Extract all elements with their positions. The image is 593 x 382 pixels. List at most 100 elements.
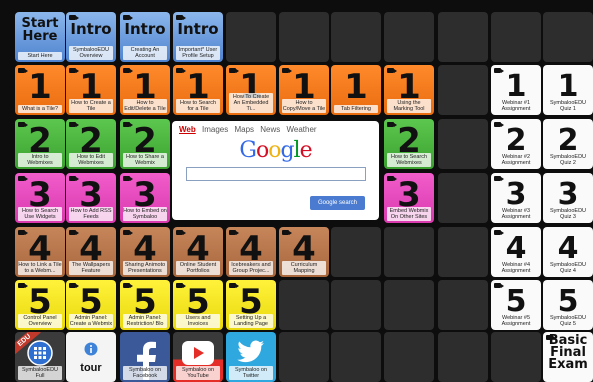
tile-y3[interactable]: 5 Admin Panel: Restriction/ Blo — [120, 280, 170, 330]
tile-edu[interactable]: EDU SymbalooEDU Full — [15, 332, 65, 382]
tile-start[interactable]: Start Here Start Here — [15, 12, 65, 62]
tab-news[interactable]: News — [260, 125, 280, 134]
tile-p3[interactable]: 3 How to Embed on Symbaloo — [120, 173, 170, 223]
tile-g2[interactable]: 2 How to Edit Webmixes — [66, 119, 116, 169]
tile-heading: Intro — [124, 20, 166, 38]
tile-b3[interactable]: 4 Sharing Animoto Presentations — [120, 227, 170, 277]
empty-slot[interactable] — [384, 12, 434, 62]
tile-label: Creating An Account — [123, 46, 167, 60]
tile-o1[interactable]: 1 What is a Tile? — [15, 65, 65, 115]
tile-label: How to Embed on Symbaloo — [123, 207, 167, 221]
tile-o5[interactable]: 1 How To Create An Embedded Ti... — [226, 65, 276, 115]
tile-y1[interactable]: 5 Control Panel Overview — [15, 280, 65, 330]
empty-slot[interactable] — [384, 332, 434, 382]
tile-tw[interactable]: Symbaloo on Twitter — [226, 332, 276, 382]
tile-label: SymbalooEDU Overview — [69, 46, 113, 60]
tile-label: Setting Up a Landing Page — [229, 314, 273, 328]
tile-label: How To Create An Embedded Ti... — [229, 93, 273, 113]
empty-slot[interactable] — [331, 280, 381, 330]
tile-g1[interactable]: 2 Intro to Webmixes — [15, 119, 65, 169]
empty-slot[interactable] — [279, 280, 329, 330]
tile-w6[interactable]: 3 SymbalooEDU Quiz 3 — [543, 173, 593, 223]
tab-weather[interactable]: Weather — [287, 125, 317, 134]
tile-o7[interactable]: 1 Tab Filtering — [331, 65, 381, 115]
tile-label: Online Student Portfolios — [176, 261, 220, 275]
empty-slot[interactable] — [331, 332, 381, 382]
tile-label: SymbalooEDU Quiz 1 — [549, 100, 587, 112]
tile-y2[interactable]: 5 Admin Panel: Create a Webmix — [66, 280, 116, 330]
empty-slot[interactable] — [438, 12, 488, 62]
tile-p1[interactable]: 3 How to Search Use Widgets — [15, 173, 65, 223]
tile-label: Users and Invoices — [176, 314, 220, 328]
tile-b2[interactable]: 4 The Wallpapers Feature — [66, 227, 116, 277]
empty-slot[interactable] — [279, 332, 329, 382]
empty-slot[interactable] — [331, 227, 381, 277]
tile-p2[interactable]: 3 How to Add RSS Feeds — [66, 173, 116, 223]
tile-tour[interactable]: tour — [66, 332, 116, 382]
tile-g3[interactable]: 2 How to Share a Webmix — [120, 119, 170, 169]
tile-w9[interactable]: 5 Webinar #5 Assignment — [491, 280, 541, 330]
tile-label: Admin Panel: Create a Webmix — [69, 314, 113, 328]
tile-b1[interactable]: 4 How to Link a Tile to a Webm... — [15, 227, 65, 277]
tile-w10[interactable]: 5 SymbalooEDU Quiz 5 — [543, 280, 593, 330]
empty-slot[interactable] — [491, 332, 541, 382]
tile-label: Tab Filtering — [334, 105, 378, 113]
tile-label: Symbaloo on YouTube — [176, 366, 220, 380]
tile-w2[interactable]: 1 SymbalooEDU Quiz 1 — [543, 65, 593, 115]
tile-w5[interactable]: 3 Webinar #3 Assignment — [491, 173, 541, 223]
tile-o3[interactable]: 1 How to Edit/Delete a Tile — [120, 65, 170, 115]
tile-label: Control Panel Overview — [18, 314, 62, 328]
tile-label: What is a Tile? — [18, 105, 62, 113]
tile-y4[interactable]: 5 Users and Invoices — [173, 280, 223, 330]
tile-heading: Intro — [177, 20, 219, 38]
empty-slot[interactable] — [438, 280, 488, 330]
tile-label: How to Search Webmixes — [387, 153, 431, 167]
tile-w4[interactable]: 2 SymbalooEDU Quiz 2 — [543, 119, 593, 169]
tile-label: How to Search Use Widgets — [18, 207, 62, 221]
tile-fb[interactable]: Symbaloo on Facebook — [120, 332, 170, 382]
tile-label: The Wallpapers Feature — [69, 261, 113, 275]
empty-slot[interactable] — [438, 65, 488, 115]
empty-slot[interactable] — [226, 12, 276, 62]
tile-w1[interactable]: 1 Webinar #1 Assignment — [491, 65, 541, 115]
tile-o4[interactable]: 1 How to Search for a Tile — [173, 65, 223, 115]
tile-label: Start Here — [18, 52, 62, 60]
tile-b5[interactable]: 4 Icebreakers and Group Projec... — [226, 227, 276, 277]
tile-label: Symbaloo on Facebook — [123, 366, 167, 380]
tab-maps[interactable]: Maps — [234, 125, 254, 134]
empty-slot[interactable] — [279, 12, 329, 62]
google-search-input[interactable] — [185, 167, 366, 181]
tile-w3[interactable]: 2 Webinar #2 Assignment — [491, 119, 541, 169]
empty-slot[interactable] — [543, 12, 593, 62]
tile-p4[interactable]: 3 Embed Webmix On Other Sites — [384, 173, 434, 223]
tile-o8[interactable]: 1 Using the Marking Tool — [384, 65, 434, 115]
tile-b4[interactable]: 4 Online Student Portfolios — [173, 227, 223, 277]
empty-slot[interactable] — [438, 173, 488, 223]
google-search-button[interactable]: Google search — [309, 196, 365, 210]
tile-label: SymbalooEDU Quiz 2 — [549, 154, 587, 166]
tab-web[interactable]: Web — [179, 125, 196, 134]
tile-w8[interactable]: 4 SymbalooEDU Quiz 4 — [543, 227, 593, 277]
empty-slot[interactable] — [384, 227, 434, 277]
tile-w7[interactable]: 4 Webinar #4 Assignment — [491, 227, 541, 277]
empty-slot[interactable] — [384, 280, 434, 330]
tile-intro3[interactable]: Intro Important* User Profile Setup — [173, 12, 223, 62]
empty-slot[interactable] — [438, 227, 488, 277]
tile-intro2[interactable]: Intro Creating An Account — [120, 12, 170, 62]
tile-o6[interactable]: 1 How to Copy/Move a Tile — [279, 65, 329, 115]
empty-slot[interactable] — [438, 119, 488, 169]
tile-label: How to Add RSS Feeds — [69, 207, 113, 221]
tile-b6[interactable]: 4 Curriculum Mapping — [279, 227, 329, 277]
tile-y5[interactable]: 5 Setting Up a Landing Page — [226, 280, 276, 330]
tab-images[interactable]: Images — [202, 125, 228, 134]
tile-intro1[interactable]: Intro SymbalooEDU Overview — [66, 12, 116, 62]
tile-final[interactable]: Basic Final Exam — [543, 332, 593, 382]
tile-yt[interactable]: Symbaloo on YouTube — [173, 332, 223, 382]
empty-slot[interactable] — [331, 12, 381, 62]
tile-g4[interactable]: 2 How to Search Webmixes — [384, 119, 434, 169]
tile-o2[interactable]: 1 How to Create a Tile — [66, 65, 116, 115]
empty-slot[interactable] — [491, 12, 541, 62]
tile-label: SymbalooEDU Full — [18, 366, 62, 380]
empty-slot[interactable] — [438, 332, 488, 382]
tile-level-number: 1 — [344, 67, 368, 107]
